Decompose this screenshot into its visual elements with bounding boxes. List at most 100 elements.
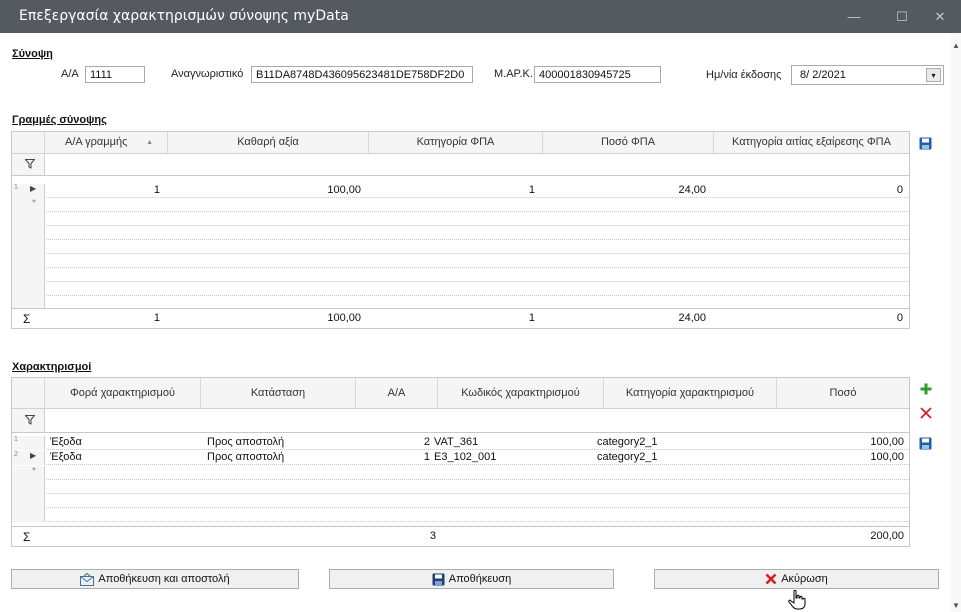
new-row-marker: * [32,466,36,477]
sort-ascending-icon: ▲ [146,139,153,146]
identifier-label: Αναγνωριστικό [171,68,244,80]
chars-grid[interactable]: Φορά χαρακτηρισμού Κατάσταση Α/Α Κωδικός… [11,377,910,547]
cell-direction[interactable]: Έξοδα [50,451,200,465]
mark-field[interactable]: 400001830945725 [534,66,661,83]
col-vat-amount[interactable]: Ποσό ΦΠΑ [543,132,714,154]
col-aa[interactable]: Α/Α [356,378,438,409]
lines-grid-header: Α/Α γραμμής ▲ Καθαρή αξία Κατηγορία ΦΠΑ … [12,132,909,154]
cell-vat-exempt[interactable]: 0 [714,184,903,198]
cell-amount[interactable]: 100,00 [777,436,904,450]
maximize-button[interactable]: ☐ [881,0,923,33]
aa-label: Α/Α [61,68,79,80]
lines-section-label: Γραμμές σύνοψης [12,114,107,126]
chars-totals-row: Σ 3 200,00 [12,526,909,546]
col-line-aa-label: Α/Α γραμμής [65,136,128,148]
filter-icon[interactable] [25,159,35,169]
filter-row-header [12,409,45,432]
cell-status[interactable]: Προς αποστολή [207,436,352,450]
table-row[interactable]: 1 Έξοδα Προς αποστολή 2 VAT_361 category… [12,436,909,450]
cell-direction[interactable]: Έξοδα [50,436,200,450]
window-title: Επεξεργασία χαρακτηρισμών σύνοψης myData [19,8,349,24]
col-category[interactable]: Κατηγορία χαρακτηρισμού [604,378,777,409]
row-header [12,212,45,226]
col-code[interactable]: Κωδικός χαρακτηρισμού [438,378,604,409]
empty-row [12,268,909,282]
identifier-field[interactable]: B11DA8748D436095623481DE758DF2D0 [251,66,473,83]
filter-row-header [12,154,45,175]
scroll-up-icon[interactable]: ▲ [952,41,960,50]
lines-grid[interactable]: Α/Α γραμμής ▲ Καθαρή αξία Κατηγορία ΦΠΑ … [11,131,910,329]
vertical-scrollbar[interactable]: ▲ ▼ [951,33,961,612]
issue-date-picker[interactable]: 8/ 2/2021 ▾ [791,65,944,85]
row-header [12,494,45,508]
total-vat-amount: 24,00 [678,312,706,324]
delete-icon[interactable] [920,407,932,419]
row-number: 2 [14,451,18,458]
chars-section-label: Χαρακτηρισμοί [12,361,92,373]
lines-filter-row[interactable] [12,154,909,176]
cell-category[interactable]: category2_1 [597,451,767,465]
minimize-button[interactable]: — [833,0,875,33]
add-icon[interactable] [920,383,932,395]
new-row[interactable]: * [12,198,909,212]
col-net-value[interactable]: Καθαρή αξία [168,132,369,154]
cell-vat-amount[interactable]: 24,00 [543,184,706,198]
scroll-down-icon[interactable]: ▼ [952,601,960,610]
row-header [12,282,45,296]
empty-row [12,480,909,494]
hand-cursor-icon [788,590,806,610]
row-header: 2 ▶ [12,451,45,465]
sum-icon: Σ [23,530,31,544]
empty-row [12,226,909,240]
cell-aa[interactable]: 2 [356,436,430,450]
cell-code[interactable]: VAT_361 [434,436,594,450]
save-button[interactable]: Αποθήκευση [329,569,614,589]
col-amount[interactable]: Ποσό [777,378,909,409]
table-row[interactable]: 1 ▶ 1 100,00 1 24,00 0 [12,184,909,198]
col-vat-exempt-category[interactable]: Κατηγορία αιτίας εξαίρεσης ΦΠΑ [714,132,909,154]
envelope-send-icon [80,572,95,586]
cell-amount[interactable]: 100,00 [777,451,904,465]
cancel-button[interactable]: Ακύρωση [654,569,939,589]
save-chars-icon[interactable] [919,437,932,450]
aa-field[interactable]: 1111 [85,66,145,83]
row-header [12,508,45,522]
row-header: * [12,198,45,212]
cell-status[interactable]: Προς αποστολή [207,451,352,465]
chevron-down-icon[interactable]: ▾ [926,68,941,82]
cell-category[interactable]: category2_1 [597,436,767,450]
cancel-label: Ακύρωση [781,573,828,585]
save-and-send-label: Αποθήκευση και αποστολή [98,573,230,585]
empty-row [12,508,909,522]
save-lines-icon[interactable] [919,137,932,150]
cell-aa[interactable]: 1 [356,451,430,465]
col-status[interactable]: Κατάσταση [201,378,356,409]
cell-vat-category[interactable]: 1 [369,184,535,198]
col-line-aa[interactable]: Α/Α γραμμής ▲ [45,132,168,154]
issue-date-value: 8/ 2/2021 [800,69,846,81]
empty-row [12,282,909,296]
cell-code[interactable]: E3_102_001 [434,451,594,465]
row-header [12,226,45,240]
row-header [12,268,45,282]
table-row[interactable]: 2 ▶ Έξοδα Προς αποστολή 1 E3_102_001 cat… [12,451,909,465]
chars-grid-header: Φορά χαρακτηρισμού Κατάσταση Α/Α Κωδικός… [12,378,909,409]
chars-filter-row[interactable] [12,409,909,433]
close-button[interactable]: ✕ [919,0,961,33]
new-row[interactable]: * [12,466,909,480]
filter-icon[interactable] [25,415,35,425]
row-number: 1 [14,184,18,191]
new-row-marker: * [32,198,36,209]
total-line-aa: 1 [153,312,160,324]
col-vat-category[interactable]: Κατηγορία ΦΠΑ [369,132,543,154]
empty-row [12,254,909,268]
total-amount: 200,00 [870,530,904,542]
summary-section-label: Σύνοψη [12,48,53,60]
lines-totals-row: Σ 1 100,00 1 24,00 0 [12,308,909,328]
save-and-send-button[interactable]: Αποθήκευση και αποστολή [11,569,299,589]
cell-line-aa[interactable]: 1 [45,184,160,198]
cell-net-value[interactable]: 100,00 [168,184,361,198]
mark-label: Μ.ΑΡ.Κ. [494,68,533,80]
col-direction[interactable]: Φορά χαρακτηρισμού [45,378,201,409]
empty-row [12,240,909,254]
